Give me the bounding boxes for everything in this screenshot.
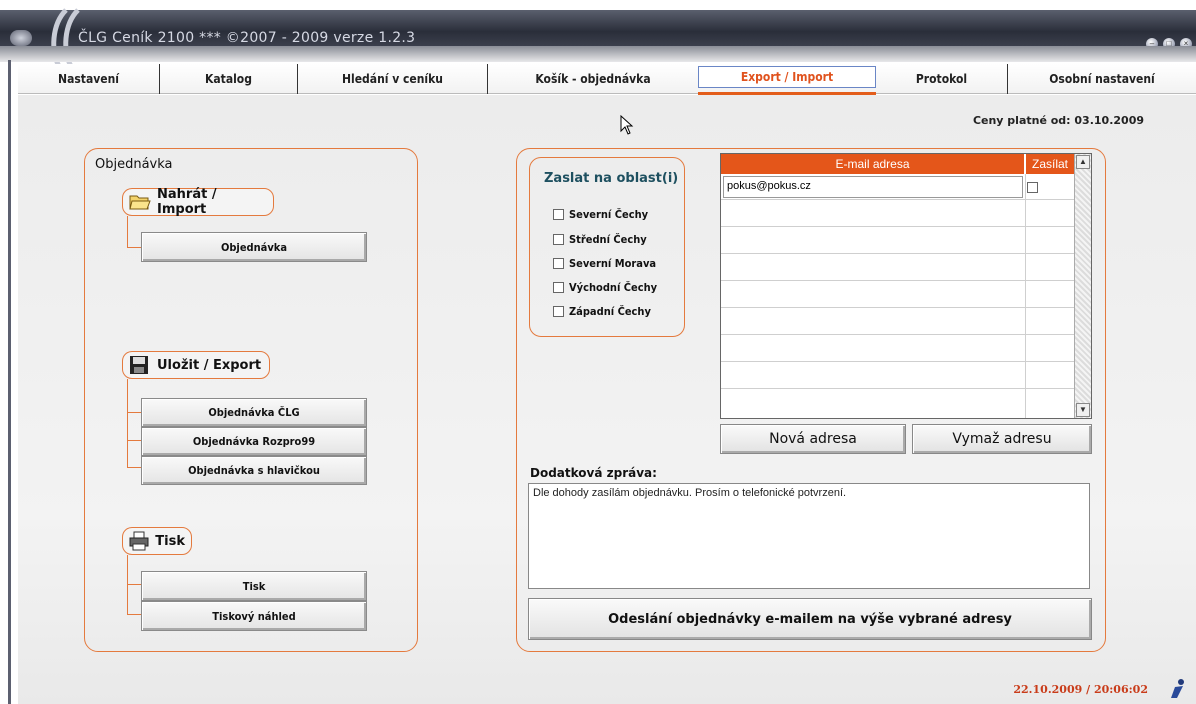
table-row[interactable] [721,309,1074,335]
title-bar-shadow [0,46,1196,62]
table-row[interactable] [721,336,1074,362]
print-preview-button[interactable]: Tiskový náhled [141,601,367,631]
prices-valid-label: Ceny platné od: 03.10.2009 [972,114,1144,127]
send-order-button[interactable]: Odeslání objednávky e-mailem na výše vyb… [528,598,1092,640]
table-row[interactable] [721,201,1074,227]
region-title: Zaslat na oblast(i) [544,171,679,186]
delete-address-button[interactable]: Vymaž adresu [912,424,1092,454]
mouse-cursor-icon [620,115,634,135]
floppy-save-icon [129,355,151,375]
email-grid[interactable]: E-mail adresa Zasílat pokus@pokus.cz ▲ ▼ [720,153,1092,419]
tab-kosik[interactable]: Košík - objednávka [488,64,698,94]
window-left-edge [8,60,11,704]
region-item-stredni-cechy[interactable]: Střední Čechy [553,233,647,246]
export-header-button[interactable]: Objednávka s hlavičkou [141,456,367,485]
table-row[interactable] [721,363,1074,389]
export-header: Uložit / Export [122,351,270,379]
export-clg-button[interactable]: Objednávka ČLG [141,398,367,427]
tab-protokol[interactable]: Protokol [876,64,1008,94]
table-row[interactable] [721,228,1074,254]
region-item-severni-cechy[interactable]: Severní Čechy [553,208,648,221]
info-icon[interactable] [1166,678,1188,700]
checkbox[interactable] [553,258,564,269]
print-header: Tisk [122,527,192,555]
region-item-severni-morava[interactable]: Severní Morava [553,257,656,270]
tab-nastaveni[interactable]: Nastavení [18,64,160,94]
email-column-header[interactable]: E-mail adresa [721,154,1025,174]
tab-katalog[interactable]: Katalog [160,64,298,94]
export-connector-3 [127,379,142,468]
checkbox[interactable] [553,306,564,317]
import-order-button[interactable]: Objednávka [141,232,367,262]
title-bar: ČLG Ceník 2100 *** ©2007 - 2009 verze 1.… [0,8,1196,70]
status-datetime: 22.10.2009 / 20:06:02 [1013,683,1148,696]
import-connector [127,216,142,248]
table-row[interactable]: pokus@pokus.cz [721,174,1074,200]
tab-bar: Nastavení Katalog Hledání v ceníku Košík… [18,64,1196,95]
new-address-button[interactable]: Nová adresa [720,424,906,454]
print-button[interactable]: Tisk [141,571,367,601]
checkbox[interactable] [553,209,564,220]
print-connector-2 [127,555,142,615]
region-item-vychodni-cechy[interactable]: Východní Čechy [553,281,657,294]
import-header: Nahrát / Import [122,187,274,217]
order-panel-title: Objednávka [95,157,173,172]
grid-scrollbar[interactable]: ▲ ▼ [1074,154,1091,418]
scroll-down-icon[interactable]: ▼ [1076,403,1090,417]
email-cell[interactable]: pokus@pokus.cz [723,176,1023,198]
scroll-up-icon[interactable]: ▲ [1076,155,1090,169]
message-label: Dodatková zpráva: [530,466,657,480]
printer-icon [129,531,149,551]
system-menu-icon[interactable] [10,30,32,46]
tab-export-import[interactable]: Export / Import [698,64,876,95]
export-rozpro99-button[interactable]: Objednávka Rozpro99 [141,427,367,456]
folder-open-icon [129,192,151,212]
window-title: ČLG Ceník 2100 *** ©2007 - 2009 verze 1.… [78,30,416,46]
checkbox[interactable] [553,282,564,293]
tab-osobni-nastaveni[interactable]: Osobní nastavení [1008,64,1196,94]
table-row[interactable] [721,255,1074,281]
tab-hledani[interactable]: Hledání v ceníku [298,64,488,94]
send-column-header[interactable]: Zasílat [1026,154,1074,174]
table-row[interactable] [721,282,1074,308]
region-item-zapadni-cechy[interactable]: Západní Čechy [553,305,651,318]
send-checkbox[interactable] [1027,182,1038,193]
message-textarea[interactable]: Dle dohody zasílám objednávku. Prosím o … [528,483,1090,589]
checkbox[interactable] [553,234,564,245]
